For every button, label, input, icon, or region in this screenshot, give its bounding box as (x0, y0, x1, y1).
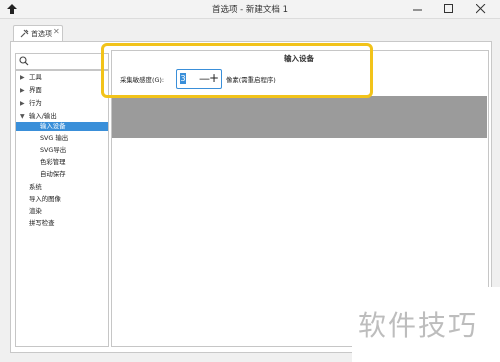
highlight-box (101, 43, 373, 98)
tree-item-label: 自动保存 (40, 170, 66, 178)
maximize-button[interactable] (434, 0, 464, 18)
tab-preferences[interactable]: 首选项 ✕ (13, 25, 63, 42)
tab-close-icon[interactable]: ✕ (53, 27, 60, 36)
tree-item-label: 输入/输出 (29, 112, 57, 120)
tab-strip: 首选项 ✕ (0, 19, 500, 42)
tree-item-label: 界面 (29, 86, 42, 94)
minimize-button[interactable] (403, 0, 433, 18)
content-area (112, 96, 487, 138)
tree-item-color-management[interactable]: 色彩管理 (16, 158, 108, 167)
tree-item-autosave[interactable]: 自动保存 (16, 170, 108, 179)
tree-item-behavior[interactable]: ▶ 行为 (16, 99, 108, 108)
tree-item-svg-export[interactable]: SVG导出 (16, 146, 108, 155)
maximize-icon (444, 4, 453, 13)
tree-item-interface[interactable]: ▶ 界面 (16, 86, 108, 95)
tree-item-spellcheck[interactable]: 拼写检查 (16, 219, 108, 228)
tree-item-input-output[interactable]: ▼ 输入/输出 (16, 112, 108, 121)
tree-item-label: 导入的图像 (29, 195, 61, 203)
minimize-icon (413, 9, 422, 11)
title-bar: 首选项 - 新建文档 1 (0, 0, 500, 19)
preferences-tree: ▶ 工具 ▶ 界面 ▶ 行为 ▼ 输入/输出 输入设备 SVG 输出 SVG导出… (15, 70, 109, 347)
expand-arrow-icon[interactable]: ▶ (20, 99, 25, 108)
tree-item-svg-output[interactable]: SVG 输出 (16, 134, 108, 143)
expand-arrow-icon[interactable]: ▶ (20, 86, 25, 95)
expand-arrow-icon[interactable]: ▶ (20, 73, 25, 82)
tree-item-label: SVG导出 (40, 146, 67, 154)
tree-item-label: 色彩管理 (40, 158, 66, 166)
tools-icon (20, 29, 29, 38)
tab-label: 首选项 (31, 30, 52, 38)
tree-item-rendering[interactable]: 渲染 (16, 207, 108, 216)
tree-item-imported-images[interactable]: 导入的图像 (16, 195, 108, 204)
tree-item-input-devices[interactable]: 输入设备 (16, 122, 108, 131)
tree-item-label: 拼写检查 (29, 219, 55, 227)
tree-item-system[interactable]: 系统 (16, 183, 108, 192)
watermark-text: 软件技巧 (358, 309, 479, 342)
tree-item-tools[interactable]: ▶ 工具 (16, 73, 108, 82)
tree-item-label: 行为 (29, 99, 42, 107)
tree-item-label: 输入设备 (40, 122, 66, 130)
tree-item-label: SVG 输出 (40, 134, 69, 142)
close-button[interactable] (466, 0, 496, 18)
search-input[interactable] (15, 53, 109, 70)
tree-item-label: 渲染 (29, 207, 42, 215)
collapse-arrow-icon[interactable]: ▼ (20, 112, 25, 121)
tree-item-label: 工具 (29, 73, 42, 81)
close-icon (476, 4, 486, 14)
search-icon (19, 56, 29, 66)
tree-item-label: 系统 (29, 183, 42, 191)
